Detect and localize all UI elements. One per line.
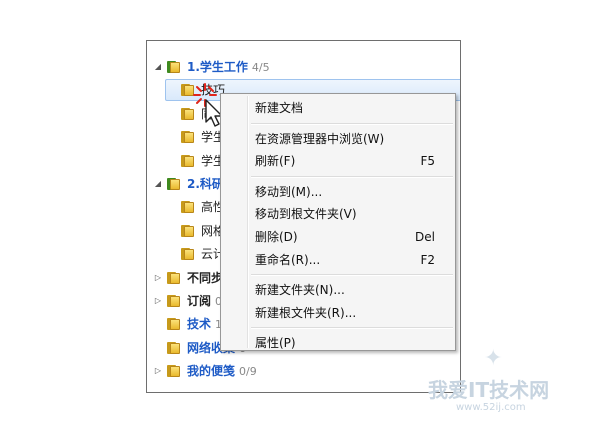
tree-item-label: 技术 1 <box>187 313 222 336</box>
expand-arrow-icon[interactable]: ◢ <box>153 56 163 78</box>
menu-item-shortcut: F2 <box>420 252 435 267</box>
tree-item-name: 1.学生工作 <box>187 60 248 74</box>
menu-item[interactable]: 新建根文件夹(R)... <box>223 302 453 324</box>
tree-item[interactable]: ◢ 1.学生工作 4/5 <box>147 56 457 78</box>
menu-item-label: 删除(D) <box>255 230 298 244</box>
folder-icon <box>167 294 181 307</box>
tree-item-label: 订阅 0 <box>187 290 222 313</box>
menu-item-shortcut: Del <box>415 230 435 244</box>
menu-item-label: 刷新(F) <box>255 154 296 169</box>
tree-item-name: 技术 <box>187 317 212 332</box>
watermark: ✦ 我爱IT技术网 www.52ij.com <box>428 346 598 422</box>
menu-item-label: 移动到(M)... <box>255 184 323 199</box>
menu-item-label: 新建根文件夹(R)... <box>255 305 357 320</box>
menu-separator <box>251 274 453 277</box>
menu-item-label: 属性(P) <box>255 336 296 351</box>
menu-item[interactable]: 在资源管理器中浏览(W) <box>223 128 453 150</box>
collapse-arrow-icon[interactable]: ▷ <box>153 267 163 289</box>
folder-icon <box>167 177 181 190</box>
tree-item-count: 0/9 <box>239 365 257 379</box>
watermark-text: 我爱IT技术网 <box>428 378 550 402</box>
menu-item-label: 新建文件夹(N)... <box>255 283 345 298</box>
tree-item-count: 4/5 <box>251 61 270 74</box>
expand-arrow-icon[interactable]: ◢ <box>153 173 163 195</box>
folder-icon <box>167 364 181 378</box>
menu-item[interactable]: 删除(D) Del <box>223 226 453 248</box>
tree-item-label: 我的便笺 0/9 <box>187 360 257 383</box>
menu-item[interactable]: 新建文件夹(N)... <box>223 279 453 301</box>
menu-item[interactable]: 移动到根文件夹(V) <box>223 203 453 225</box>
tree-item[interactable]: ▷ 我的便笺 0/9 <box>147 360 457 382</box>
tree-item-name: 我的便笺 <box>187 364 236 379</box>
tree-item-label: 1.学生工作 4/5 <box>187 56 270 79</box>
watermark-url: www.52ij.com <box>456 402 526 413</box>
folder-icon <box>167 60 181 73</box>
collapse-arrow-icon[interactable]: ▷ <box>153 290 163 312</box>
tree-item-name: 不同步 <box>187 270 224 285</box>
menu-item[interactable]: 刷新(F) F5 <box>223 150 453 172</box>
folder-icon <box>181 107 195 120</box>
menu-item[interactable]: 重命名(R)... F2 <box>223 249 453 271</box>
menu-item-label: 新建文档 <box>255 101 304 115</box>
menu-item[interactable]: 移动到(M)... <box>223 181 453 203</box>
menu-item-label: 移动到根文件夹(V) <box>255 207 357 222</box>
folder-icon <box>167 317 181 331</box>
folder-icon <box>181 130 195 144</box>
menu-item-label: 重命名(R)... <box>255 252 321 267</box>
watermark-logo-icon: ✦ <box>484 346 503 371</box>
menu-separator <box>251 175 453 178</box>
menu-item[interactable]: 新建文档 <box>223 97 453 119</box>
menu-item[interactable]: 属性(P) <box>223 332 453 354</box>
folder-icon <box>181 247 195 261</box>
tree-item-name: 订阅 <box>187 294 212 308</box>
folder-icon <box>167 341 181 354</box>
folder-icon <box>181 224 195 237</box>
folder-icon <box>167 271 181 284</box>
menu-item-shortcut: F5 <box>420 154 435 169</box>
folder-icon <box>181 200 195 214</box>
context-menu: 新建文档在资源管理器中浏览(W) 刷新(F) F5 移动到(M)... 移动到根文件夹(… <box>220 93 456 351</box>
collapse-arrow-icon[interactable]: ▷ <box>153 360 163 382</box>
menu-item-label: 在资源管理器中浏览(W) <box>255 131 385 146</box>
menu-separator <box>251 122 453 125</box>
tree-item-name: 2.科研 <box>187 177 224 191</box>
menu-separator <box>251 327 453 330</box>
folder-icon <box>181 154 195 167</box>
